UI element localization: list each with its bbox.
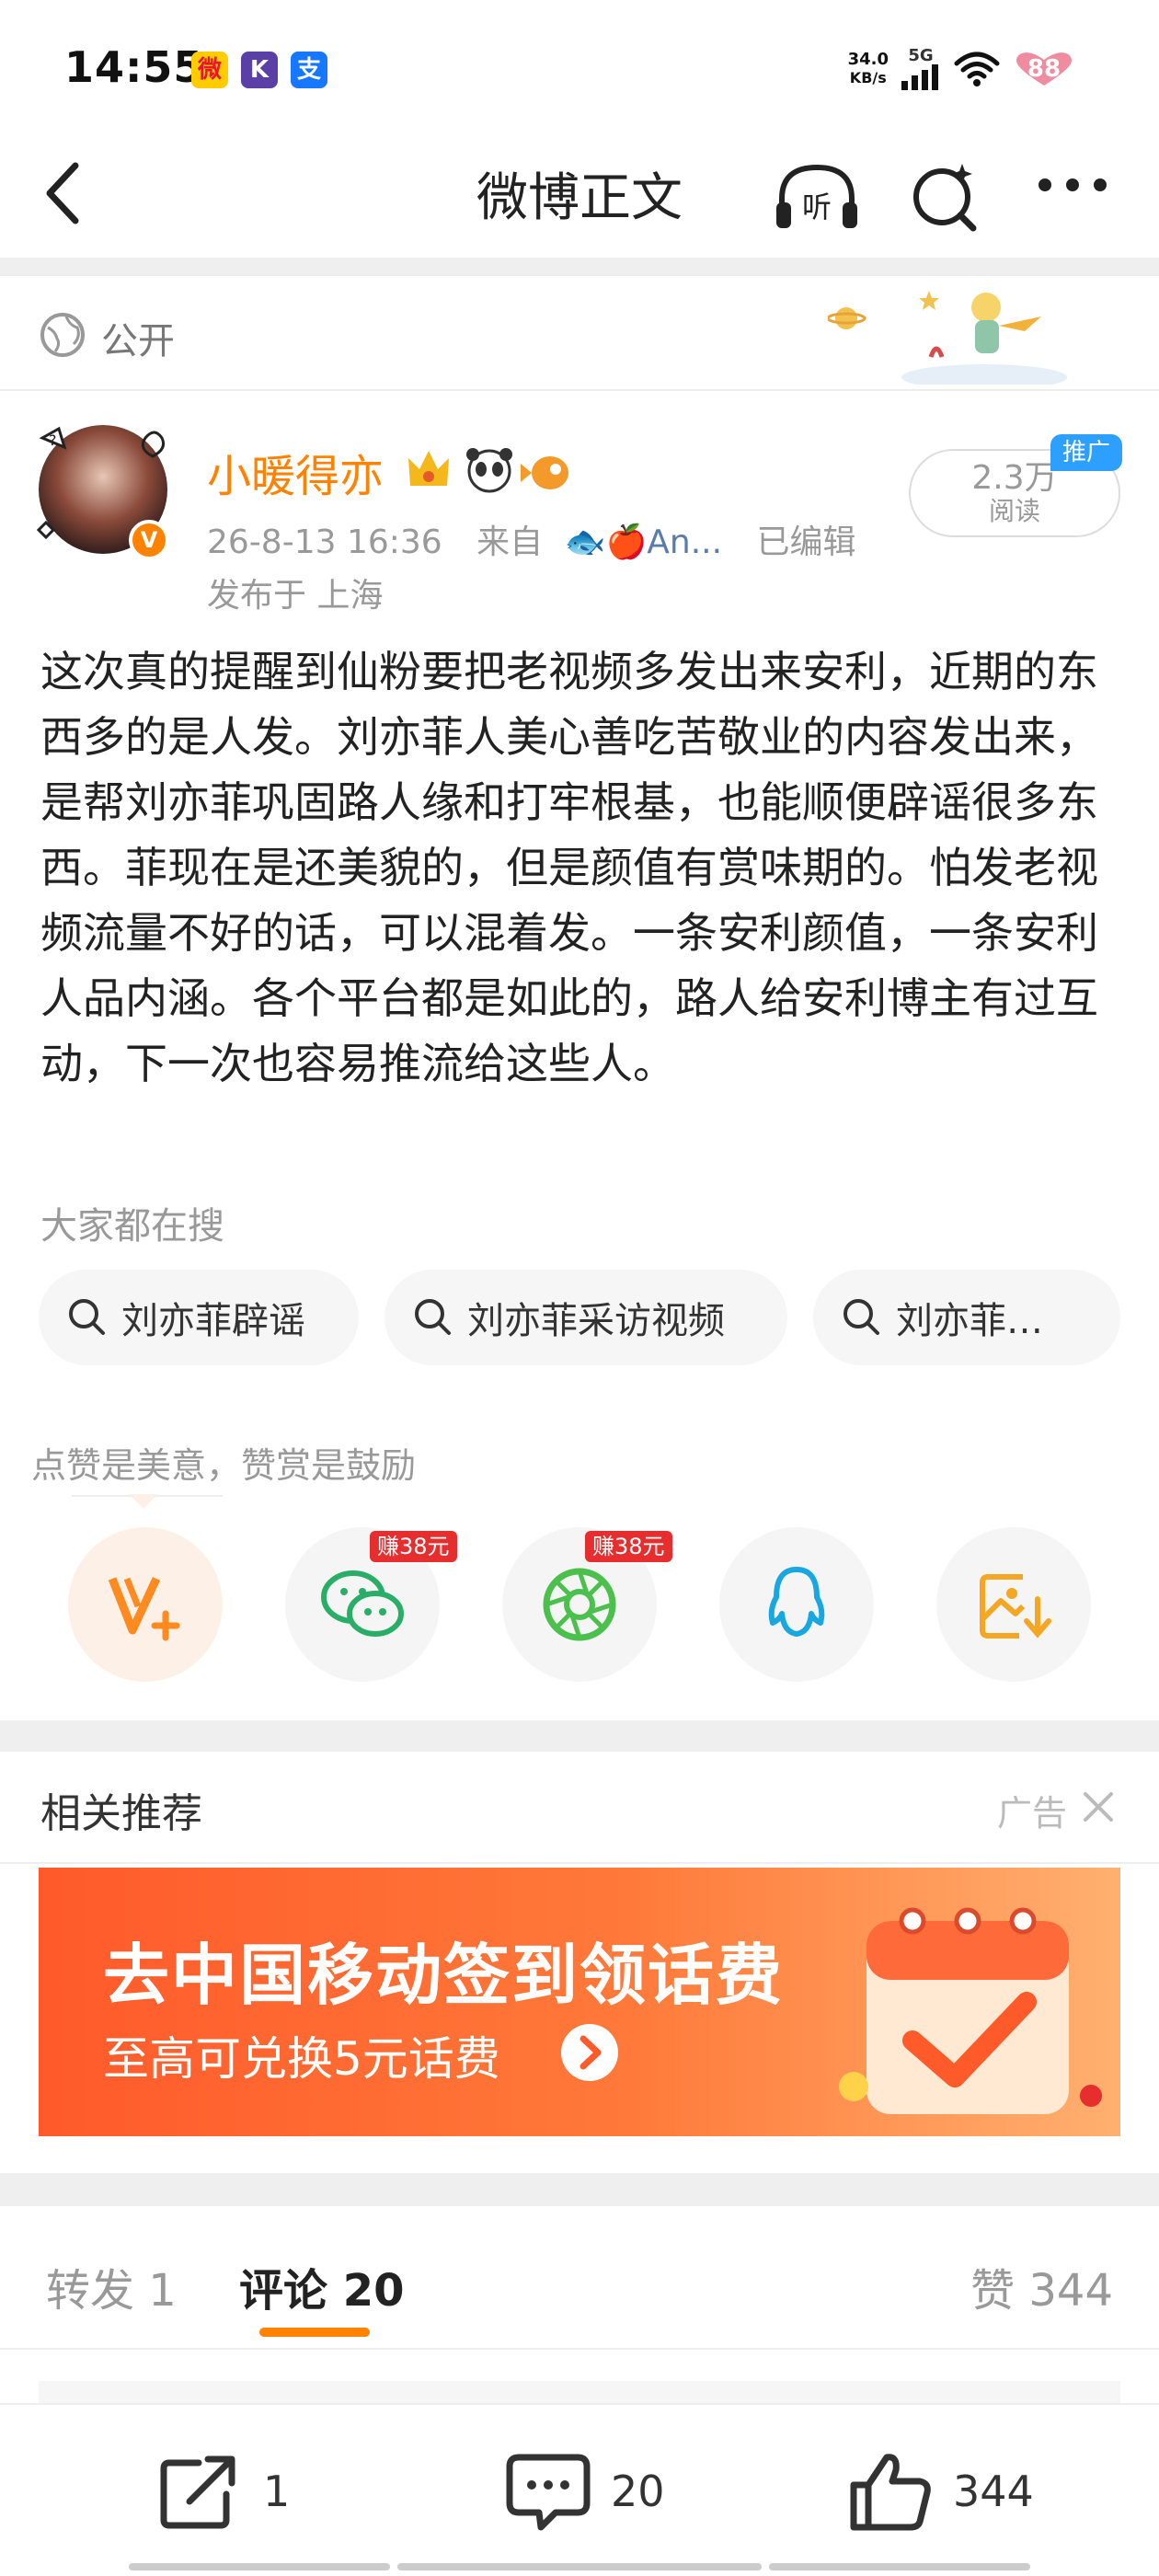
earn-badge: 赚38元 xyxy=(370,1531,457,1562)
section-divider xyxy=(0,2173,1159,2206)
weibo-icon: 微 xyxy=(191,52,228,88)
section-divider xyxy=(0,1720,1159,1752)
cellular-signal-icon: 5G xyxy=(900,48,942,90)
encourage-text: 点赞是美意，赞赏是鼓励 xyxy=(31,1445,417,1486)
wechat-icon xyxy=(321,1570,404,1637)
status-bar: 14:55 微 K 支 34.0 KB/s 5G 88 xyxy=(0,0,1159,138)
post-source[interactable]: 🐟🍎An... xyxy=(565,523,722,561)
post-text: 这次真的提醒到仙粉要把老视频多发出来安利，近期的东西多的是人发。刘亦菲人美心善吃… xyxy=(40,647,1098,1088)
comment-preview-edge xyxy=(39,2381,1120,2403)
search-icon xyxy=(69,1299,105,1335)
thumbs-up-icon xyxy=(850,2454,931,2531)
post-location: 发布于 上海 xyxy=(207,577,384,615)
repost-button[interactable]: 1 xyxy=(156,2447,290,2536)
home-indicator xyxy=(769,2563,1030,2570)
encourage-pointer xyxy=(129,1494,158,1509)
comment-count: 20 xyxy=(611,2467,665,2516)
read-label: 阅读 xyxy=(988,496,1040,526)
tab-repost[interactable]: 转发 1 xyxy=(46,2254,177,2318)
trending-search-label: 大家都在搜 xyxy=(40,1205,224,1248)
ad-headline: 去中国移动签到领话费 xyxy=(103,1937,785,2014)
kuaishou-k-icon: K xyxy=(241,52,278,88)
search-chip[interactable]: 刘亦菲… xyxy=(813,1270,1120,1365)
svg-text:?: ? xyxy=(49,431,57,449)
moments-aperture-icon xyxy=(543,1568,616,1641)
ad-banner[interactable]: 去中国移动签到领话费 至高可兑换5元话费 xyxy=(39,1868,1120,2136)
reward-button[interactable] xyxy=(68,1527,223,1682)
search-icon xyxy=(415,1299,451,1335)
save-image-button[interactable] xyxy=(936,1527,1091,1682)
network-type: 5G xyxy=(908,46,934,65)
post-time: 26-8-13 16:36 xyxy=(207,523,442,561)
page-title: 微博正文 xyxy=(476,168,683,228)
net-speed-unit: KB/s xyxy=(849,69,887,86)
alipay-icon: 支 xyxy=(291,52,327,88)
ad-close-icon[interactable] xyxy=(1080,1788,1117,1825)
ad-arrow-icon xyxy=(561,2024,618,2081)
search-icon[interactable] xyxy=(909,160,982,234)
section-divider xyxy=(0,258,1159,276)
ad-subtitle: 至高可兑换5元话费 xyxy=(103,2032,500,2086)
status-right: 34.0 KB/s 5G 88 xyxy=(848,46,1076,92)
bottom-action-bar: 1 20 344 xyxy=(0,2403,1159,2576)
nav-bar: 微博正文 听 xyxy=(0,138,1159,258)
tab-comments[interactable]: 评论 20 xyxy=(239,2254,405,2318)
author-name[interactable]: 小暖得亦 xyxy=(207,440,384,504)
search-chip[interactable]: 刘亦菲采访视频 xyxy=(384,1270,787,1365)
comment-button[interactable]: 20 xyxy=(504,2447,665,2536)
source-prefix: 来自 xyxy=(476,523,544,561)
post-meta: 26-8-13 16:36 来自 🐟🍎An... 已编辑 xyxy=(207,515,856,563)
net-speed-value: 34.0 xyxy=(847,50,889,69)
status-time: 14:55 xyxy=(64,42,204,92)
battery-level: 88 xyxy=(1027,55,1061,83)
search-chip-label: 刘亦菲采访视频 xyxy=(467,1300,725,1342)
battery-icon: 88 xyxy=(1012,51,1076,87)
search-icon xyxy=(843,1299,879,1335)
related-recommend-title: 相关推荐 xyxy=(40,1790,202,1837)
visibility-label: 公开 xyxy=(101,320,175,362)
post-tabs: 转发 1 评论 20 赞 344 xyxy=(0,2208,1159,2346)
like-count: 344 xyxy=(953,2467,1034,2516)
qq-penguin-icon xyxy=(768,1567,825,1637)
edited-label[interactable]: 已编辑 xyxy=(757,523,856,561)
user-badges-icon xyxy=(408,448,568,493)
ad-label: 广告 xyxy=(996,1793,1067,1834)
earn-badge: 赚38元 xyxy=(585,1531,672,1562)
listen-headphones-icon[interactable]: 听 xyxy=(773,160,861,234)
active-tab-indicator xyxy=(259,2328,370,2337)
image-download-icon xyxy=(980,1574,1051,1639)
search-chip[interactable]: 刘亦菲辟谣 xyxy=(39,1270,359,1365)
divider xyxy=(0,1862,1159,1864)
calendar-check-icon xyxy=(839,1907,1102,2114)
wifi-icon xyxy=(954,52,1000,86)
search-chip-label: 刘亦菲… xyxy=(896,1300,1043,1342)
more-dots-icon[interactable] xyxy=(1034,171,1111,199)
comment-bubble-icon xyxy=(506,2454,591,2531)
home-indicator xyxy=(129,2563,390,2570)
like-button[interactable]: 344 xyxy=(846,2447,1034,2536)
search-chip-label: 刘亦菲辟谣 xyxy=(121,1300,305,1342)
reward-v-plus-icon xyxy=(108,1577,180,1641)
repost-icon xyxy=(160,2455,235,2529)
verified-badge: V xyxy=(129,520,169,560)
tab-likes[interactable]: 赞 344 xyxy=(970,2254,1113,2318)
share-qq-button[interactable] xyxy=(719,1527,874,1682)
visibility-row: 公开 xyxy=(0,276,1159,391)
divider xyxy=(0,2348,1159,2350)
net-speed: 34.0 KB/s xyxy=(848,51,889,87)
little-prince-decoration xyxy=(828,291,1067,385)
globe-icon xyxy=(40,313,85,357)
repost-count: 1 xyxy=(263,2467,291,2516)
home-indicator xyxy=(397,2563,762,2570)
svg-text:听: 听 xyxy=(802,190,832,224)
promo-tag[interactable]: 推广 xyxy=(1050,434,1122,471)
